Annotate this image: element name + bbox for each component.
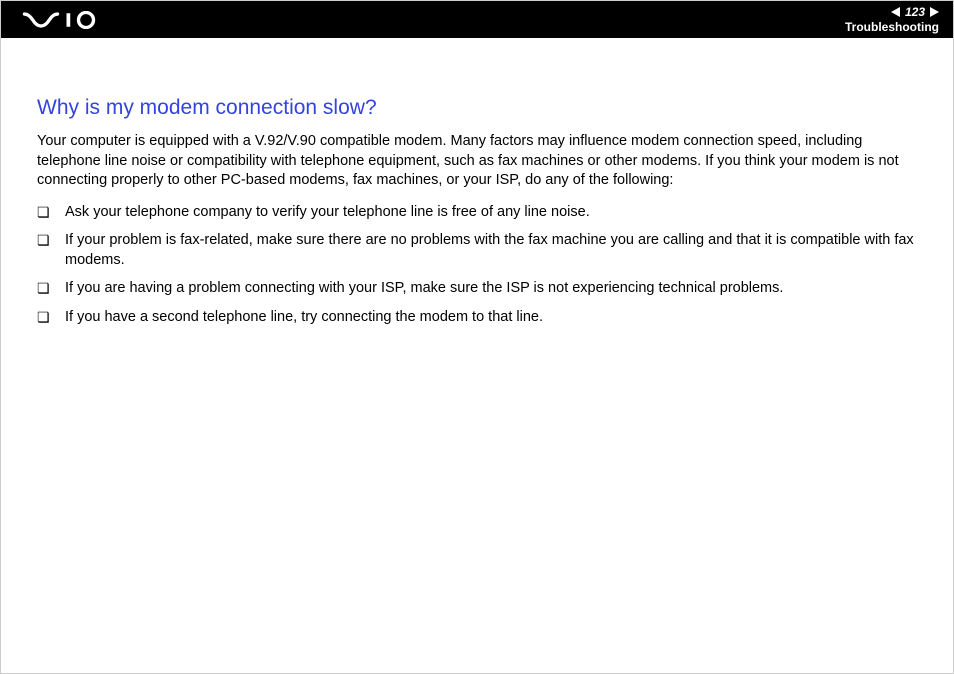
vaio-logo [19, 11, 117, 29]
bullet-icon: ❏ [37, 203, 65, 222]
content-area: Why is my modem connection slow? Your co… [1, 38, 953, 328]
bullet-icon: ❏ [37, 231, 65, 250]
nav-next-icon[interactable] [930, 7, 939, 17]
bullet-list: ❏ Ask your telephone company to verify y… [37, 203, 917, 328]
bullet-text: If you are having a problem connecting w… [65, 279, 917, 299]
bullet-text: If you have a second telephone line, try… [65, 308, 917, 328]
list-item: ❏ If you have a second telephone line, t… [37, 308, 917, 328]
bullet-icon: ❏ [37, 279, 65, 298]
vaio-logo-svg [19, 11, 117, 29]
bullet-text: If your problem is fax-related, make sur… [65, 231, 917, 270]
section-name: Troubleshooting [845, 20, 939, 34]
intro-paragraph: Your computer is equipped with a V.92/V.… [37, 132, 917, 191]
page-number: 123 [903, 5, 927, 19]
list-item: ❏ If your problem is fax-related, make s… [37, 231, 917, 270]
nav-prev-icon[interactable] [891, 7, 900, 17]
header-bar: 123 Troubleshooting [1, 1, 953, 38]
list-item: ❏ Ask your telephone company to verify y… [37, 203, 917, 223]
bullet-text: Ask your telephone company to verify you… [65, 203, 917, 223]
page-nav: 123 [891, 5, 939, 19]
header-right: 123 Troubleshooting [845, 5, 939, 34]
list-item: ❏ If you are having a problem connecting… [37, 279, 917, 299]
page-heading: Why is my modem connection slow? [37, 96, 917, 120]
bullet-icon: ❏ [37, 308, 65, 327]
